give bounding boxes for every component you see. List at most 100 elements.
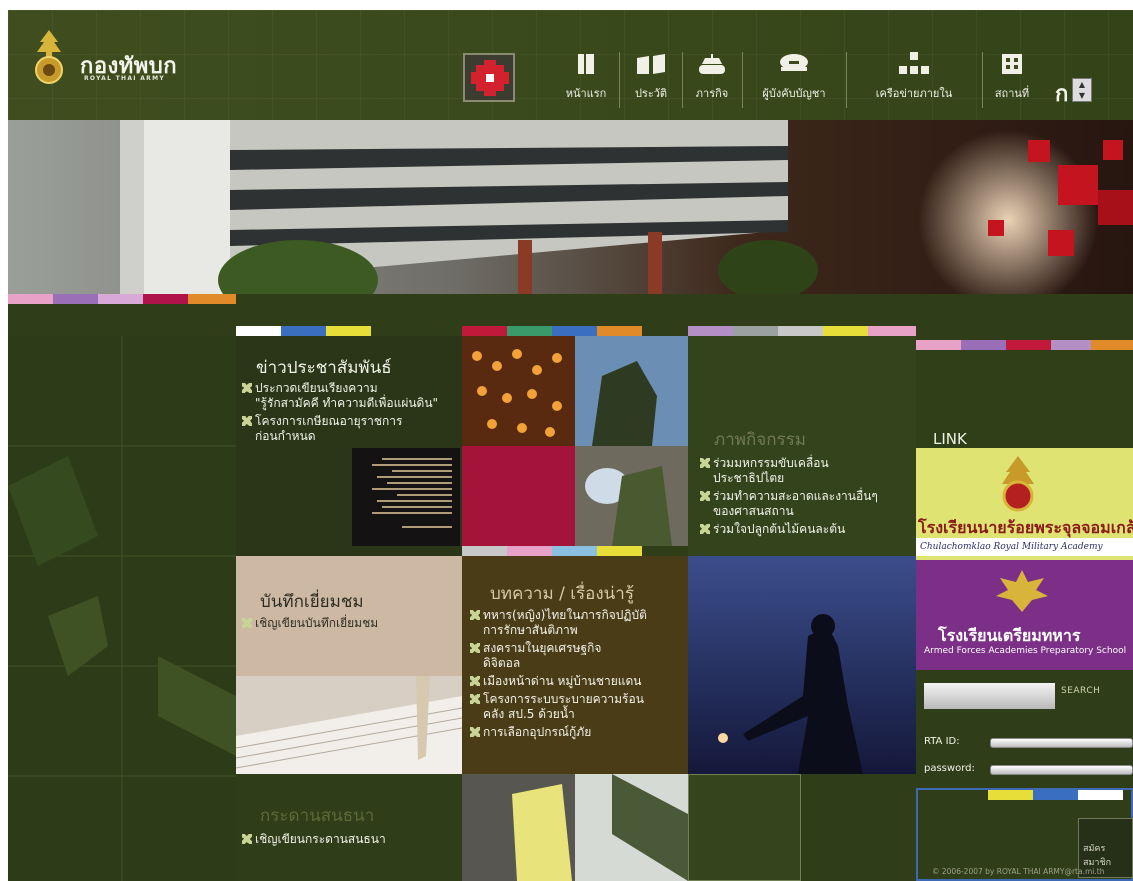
header: กองทัพบก ROYAL THAI ARMY หน้าแรก ประวัติ bbox=[8, 10, 1133, 120]
stripe bbox=[507, 326, 552, 336]
font-size-stepper[interactable]: ▲ ▼ bbox=[1072, 78, 1092, 102]
activity-item[interactable]: ร่วมใจปลูกต้นไม้คนละต้น bbox=[700, 522, 845, 537]
activity-item-continuation[interactable]: ประชาธิปไตย bbox=[713, 471, 784, 486]
flower-bullet-icon bbox=[242, 416, 252, 426]
site-subtitle: ROYAL THAI ARMY bbox=[84, 75, 165, 82]
hero-banner bbox=[8, 120, 1133, 294]
stripe bbox=[281, 326, 326, 336]
stripe bbox=[688, 326, 733, 336]
forum-link[interactable]: เชิญเขียนกระดานสนธนา bbox=[242, 832, 386, 847]
stripe bbox=[823, 326, 868, 336]
stripe bbox=[53, 294, 98, 304]
news-panel: ข่าวประชาสัมพันธ์ ประกวดเขียนเรียงความ "… bbox=[236, 336, 462, 556]
bottom-decor-box bbox=[688, 774, 801, 881]
search-input[interactable] bbox=[924, 683, 1055, 709]
nav-location[interactable]: สถานที่ bbox=[984, 48, 1040, 110]
flower-bullet-icon bbox=[470, 643, 480, 653]
network-icon bbox=[899, 52, 929, 74]
articles-title[interactable]: บทความ / เรื่องน่ารู้ bbox=[490, 580, 634, 607]
home-badge[interactable] bbox=[463, 53, 515, 102]
building-icon bbox=[1002, 54, 1022, 74]
password-label: password: bbox=[924, 763, 975, 774]
flower-bullet-icon bbox=[700, 524, 710, 534]
soldier-night-photo[interactable] bbox=[688, 556, 916, 774]
news-title[interactable]: ข่าวประชาสัมพันธ์ bbox=[256, 354, 392, 381]
font-increase-icon[interactable]: ▲ bbox=[1073, 79, 1091, 90]
activities-panel: ภาพกิจกรรม ร่วมมหกรรมขับเคลื่อน ประชาธิป… bbox=[688, 336, 916, 556]
stripe bbox=[462, 326, 507, 336]
guestbook-link[interactable]: เชิญเขียนบันทึกเยี่ยมชม bbox=[242, 616, 378, 631]
article-item-continuation[interactable]: ดิจิตอล bbox=[483, 656, 520, 671]
nav-divider bbox=[742, 52, 743, 108]
activities-title[interactable]: ภาพกิจกรรม bbox=[714, 426, 806, 453]
nav-label: สถานที่ bbox=[994, 87, 1030, 100]
soldier-silhouette-image bbox=[688, 556, 916, 774]
headquarters-building-image bbox=[8, 120, 1133, 294]
crma-emblem-icon bbox=[1002, 456, 1034, 512]
stripe bbox=[1051, 340, 1091, 350]
flower-bullet-icon bbox=[470, 694, 480, 704]
crma-link-banner[interactable]: โรงเรียนนายร้อยพระจุลจอมเกล้า Chulachomk… bbox=[916, 448, 1133, 560]
photo-collage[interactable] bbox=[462, 336, 688, 556]
rta-id-label: RTA ID: bbox=[924, 736, 960, 747]
news-item-continuation[interactable]: ก่อนกำหนด bbox=[255, 429, 316, 444]
forum-title[interactable]: กระดานสนธนา bbox=[260, 802, 374, 829]
article-item[interactable]: เมืองหน้าด่าน หมู่บ้านชายแดน bbox=[470, 674, 642, 689]
search-button[interactable]: SEARCH bbox=[1061, 686, 1100, 696]
news-item[interactable]: โครงการเกษียณอายุราชการ bbox=[242, 414, 402, 429]
book-icon bbox=[578, 54, 594, 74]
news-item[interactable]: ประกวดเขียนเรียงความ bbox=[242, 381, 378, 396]
news-poster-image[interactable] bbox=[352, 448, 460, 546]
sticky-notes-image bbox=[462, 774, 688, 881]
stripe bbox=[1006, 340, 1051, 350]
stripe bbox=[552, 326, 597, 336]
officer-cap-icon bbox=[780, 54, 808, 71]
nav-label: ผู้บังคับบัญชา bbox=[762, 87, 826, 100]
guestbook-title[interactable]: บันทึกเยี่ยมชม bbox=[260, 588, 364, 615]
nav-label: หน้าแรก bbox=[565, 87, 607, 100]
article-item[interactable]: ทหาร(หญิง)ไทยในภารกิจปฏิบัติ bbox=[470, 608, 647, 623]
password-input[interactable] bbox=[990, 765, 1133, 775]
flower-bullet-icon bbox=[700, 458, 710, 468]
stripe bbox=[733, 326, 778, 336]
news-item-continuation[interactable]: "รู้รักสามัคคี ทำความดีเพื่อแผ่นดิน" bbox=[255, 396, 438, 411]
guestbook-panel: บันทึกเยี่ยมชม เชิญเขียนบันทึกเยี่ยมชม bbox=[236, 556, 462, 774]
afaps-link-banner[interactable]: โรงเรียนเตรียมทหาร Armed Forces Academie… bbox=[916, 560, 1133, 670]
stripe bbox=[778, 326, 823, 336]
nav-divider bbox=[619, 52, 620, 108]
activity-item-continuation[interactable]: ของศาสนสถาน bbox=[713, 504, 794, 519]
font-decrease-icon[interactable]: ▼ bbox=[1073, 90, 1091, 101]
flower-bullet-icon bbox=[470, 676, 480, 686]
red-cross-emblem-icon bbox=[471, 60, 509, 96]
history-book-icon bbox=[637, 54, 665, 74]
nav-label: ประวัติ bbox=[634, 87, 668, 100]
activity-item[interactable]: ร่วมมหกรรมขับเคลื่อน bbox=[700, 456, 829, 471]
flower-bullet-icon bbox=[470, 610, 480, 620]
nav-commanders[interactable]: ผู้บังคับบัญชา bbox=[744, 48, 844, 110]
article-item-continuation[interactable]: การรักษาสันติภาพ bbox=[483, 623, 578, 638]
nav-divider bbox=[682, 52, 683, 108]
royal-army-emblem-icon[interactable] bbox=[32, 28, 66, 88]
stripe bbox=[868, 326, 916, 336]
stripe bbox=[961, 340, 1006, 350]
activity-item[interactable]: ร่วมทำความสะอาดและงานอื่นๆ bbox=[700, 489, 878, 504]
forum-panel: กระดานสนธนา เชิญเขียนกระดานสนธนา bbox=[236, 774, 462, 881]
stripe bbox=[236, 326, 281, 336]
stripe bbox=[143, 294, 188, 304]
article-item[interactable]: การเลือกอุปกรณ์กู้ภัย bbox=[470, 725, 591, 740]
rta-id-input[interactable] bbox=[990, 738, 1133, 748]
article-item[interactable]: สงครามในยุคเศรษฐกิจ bbox=[470, 641, 601, 656]
articles-panel: บทความ / เรื่องน่ารู้ ทหาร(หญิง)ไทยในภาร… bbox=[462, 556, 688, 774]
flower-bullet-icon bbox=[242, 383, 252, 393]
article-item[interactable]: โครงการระบบระบายความร้อน bbox=[470, 692, 644, 707]
stripe bbox=[326, 326, 371, 336]
activity-photos-image bbox=[462, 336, 688, 556]
nav-mission[interactable]: ภารกิจ bbox=[684, 48, 740, 110]
stripe bbox=[597, 326, 642, 336]
article-item-continuation[interactable]: คลัง สป.5 ด้วยน้ำ bbox=[483, 707, 575, 722]
nav-intranet[interactable]: เครือข่ายภายใน bbox=[848, 48, 980, 110]
stripe bbox=[98, 294, 143, 304]
nav-label: ภารกิจ bbox=[695, 87, 729, 100]
nav-history[interactable]: ประวัติ bbox=[622, 48, 680, 110]
nav-home[interactable]: หน้าแรก bbox=[556, 48, 616, 110]
